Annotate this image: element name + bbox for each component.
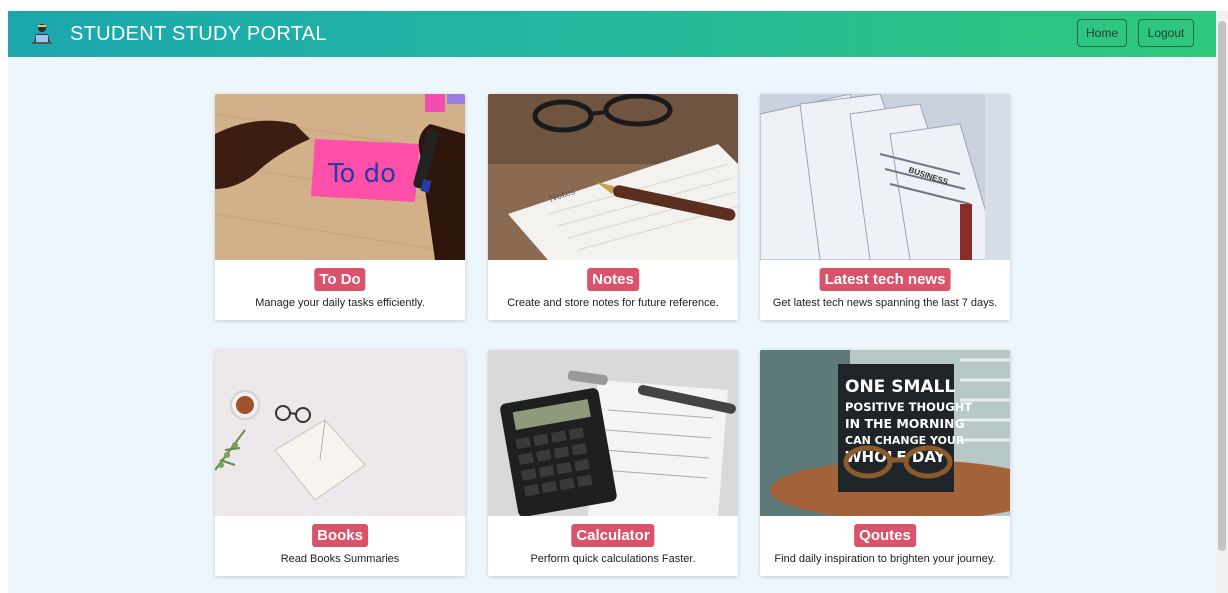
- brand-title: STUDENT STUDY PORTAL: [70, 22, 327, 45]
- quotes-button[interactable]: Qoutes: [854, 524, 916, 547]
- todo-button[interactable]: To Do: [314, 268, 366, 291]
- student-laptop-icon: [32, 24, 52, 44]
- todo-image: To do: [215, 94, 465, 260]
- todo-description: Manage your daily tasks efficiently.: [255, 297, 425, 309]
- calculator-description: Perform quick calculations Faster.: [530, 553, 696, 565]
- books-button[interactable]: Books: [312, 524, 368, 547]
- calculator-image: [488, 350, 738, 516]
- page-scrollbar[interactable]: [1216, 11, 1228, 593]
- todo-image-text: To do: [327, 159, 396, 189]
- page-body: STUDENT STUDY PORTAL Home Logout To do T…: [8, 11, 1216, 593]
- tech-news-description: Get latest tech news spanning the last 7…: [772, 297, 998, 309]
- books-image: [215, 350, 465, 516]
- card-notes: Notes Notes Create and store notes for f…: [488, 94, 738, 320]
- notes-description: Create and store notes for future refere…: [507, 297, 719, 309]
- books-description: Read Books Summaries: [280, 553, 400, 565]
- logout-button[interactable]: Logout: [1138, 19, 1194, 47]
- card-tech-news: BUSINESS Latest tech news Get latest tec…: [760, 94, 1010, 320]
- quote-line-4: CAN CHANGE YOUR: [845, 434, 965, 447]
- scrollbar-thumb[interactable]: [1218, 21, 1226, 551]
- calculator-button[interactable]: Calculator: [571, 524, 655, 547]
- navbar-brand[interactable]: STUDENT STUDY PORTAL: [30, 21, 327, 47]
- navbar: STUDENT STUDY PORTAL Home Logout: [8, 11, 1216, 57]
- quotes-image: ONE SMALL POSITIVE THOUGHT IN THE MORNIN…: [760, 350, 1010, 516]
- quotes-description: Find daily inspiration to brighten your …: [774, 553, 996, 565]
- tech-news-button[interactable]: Latest tech news: [819, 268, 951, 291]
- quote-line-2: POSITIVE THOUGHT: [845, 400, 972, 414]
- card-todo: To do To Do Manage your daily tasks effi…: [215, 94, 465, 320]
- card-books: Books Read Books Summaries: [215, 350, 465, 576]
- news-image: BUSINESS: [760, 94, 1010, 260]
- notes-button[interactable]: Notes: [587, 268, 639, 291]
- notes-image: Notes: [488, 94, 738, 260]
- quote-line-3: IN THE MORNING: [845, 416, 965, 431]
- home-button[interactable]: Home: [1077, 19, 1127, 47]
- card-quotes: ONE SMALL POSITIVE THOUGHT IN THE MORNIN…: [760, 350, 1010, 576]
- quote-line-1: ONE SMALL: [845, 377, 955, 397]
- card-calculator: Calculator Perform quick calculations Fa…: [488, 350, 738, 576]
